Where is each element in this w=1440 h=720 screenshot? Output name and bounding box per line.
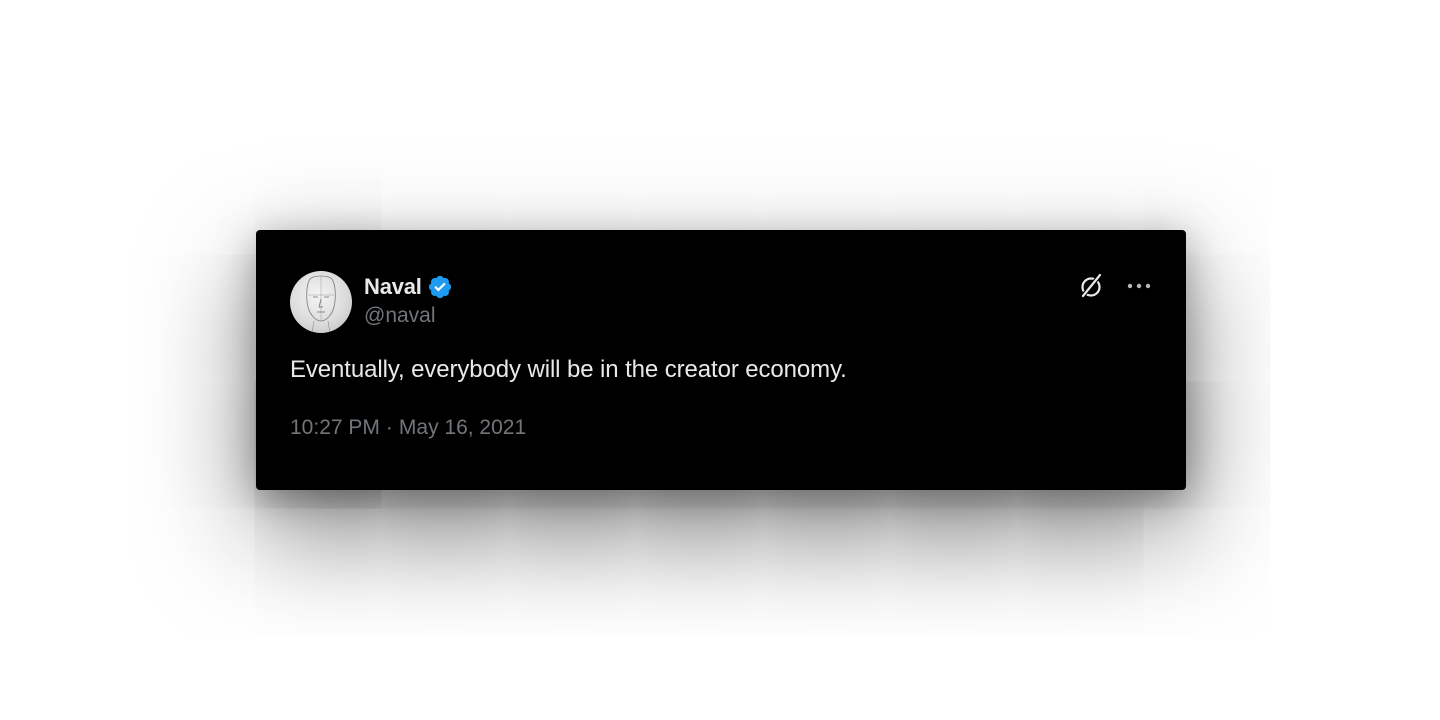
tweet-card[interactable]: Naval @naval Eventually, everybody will … <box>256 230 1186 490</box>
grok-icon[interactable] <box>1076 270 1106 302</box>
tweet-time[interactable]: 10:27 PM <box>290 416 380 440</box>
more-options-icon[interactable] <box>1124 270 1154 302</box>
author-display-name[interactable]: Naval <box>364 274 422 300</box>
author-name-row[interactable]: Naval <box>364 272 453 302</box>
tweet-timestamp[interactable]: 10:27 PM · May 16, 2021 <box>290 416 526 440</box>
avatar[interactable] <box>290 271 352 333</box>
tweet-text: Eventually, everybody will be in the cre… <box>290 356 847 383</box>
tweet-date[interactable]: May 16, 2021 <box>399 416 526 440</box>
screenshot-stage: Naval @naval Eventually, everybody will … <box>0 0 1440 720</box>
avatar-sketch-icon <box>306 275 336 333</box>
verified-badge-icon[interactable] <box>427 274 453 300</box>
timestamp-separator: · <box>385 416 393 439</box>
tweet-actions <box>1076 270 1154 302</box>
author-handle[interactable]: @naval <box>364 304 436 328</box>
